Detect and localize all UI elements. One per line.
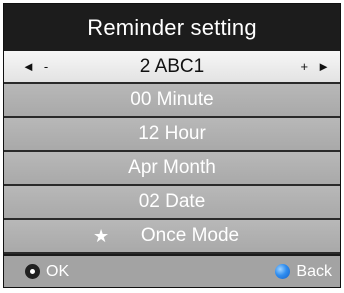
right-arrow-icon: ► bbox=[317, 59, 330, 74]
back-label: Back bbox=[296, 262, 332, 280]
back-button[interactable]: Back bbox=[275, 263, 332, 281]
date-row[interactable]: 02 Date bbox=[4, 186, 340, 220]
settings-list: ◄ - 2 ABC1 + ► 00 Minute 12 Hour Apr Mon… bbox=[4, 51, 340, 254]
hour-value: 12 Hour bbox=[138, 123, 206, 144]
ok-circle-icon bbox=[25, 264, 40, 279]
mode-value: Once Mode bbox=[140, 225, 240, 246]
increase-control[interactable]: + ► bbox=[301, 51, 330, 82]
plus-sign: + bbox=[300, 59, 309, 74]
channel-row[interactable]: ◄ - 2 ABC1 + ► bbox=[4, 51, 340, 84]
ok-button[interactable]: OK bbox=[25, 263, 69, 281]
reminder-dialog: Reminder setting ◄ - 2 ABC1 + ► 00 Minut… bbox=[3, 3, 341, 288]
decrease-control[interactable]: ◄ - bbox=[22, 51, 48, 82]
footer-bar: OK Back bbox=[4, 256, 340, 287]
channel-value: 2 ABC1 bbox=[139, 55, 205, 77]
month-row[interactable]: Apr Month bbox=[4, 152, 340, 186]
dialog-title: Reminder setting bbox=[4, 4, 340, 51]
minute-value: 00 Minute bbox=[130, 89, 214, 110]
blue-circle-icon bbox=[275, 264, 291, 279]
date-value: 02 Date bbox=[138, 191, 206, 212]
left-arrow-icon: ◄ bbox=[22, 59, 35, 74]
ok-label: OK bbox=[46, 262, 70, 280]
minus-sign: - bbox=[43, 59, 49, 74]
month-value: Apr Month bbox=[128, 157, 216, 178]
minute-row[interactable]: 00 Minute bbox=[4, 84, 340, 118]
star-icon: ★ bbox=[93, 225, 110, 246]
hour-row[interactable]: 12 Hour bbox=[4, 118, 340, 152]
mode-row[interactable]: ★ Once Mode bbox=[4, 220, 340, 254]
